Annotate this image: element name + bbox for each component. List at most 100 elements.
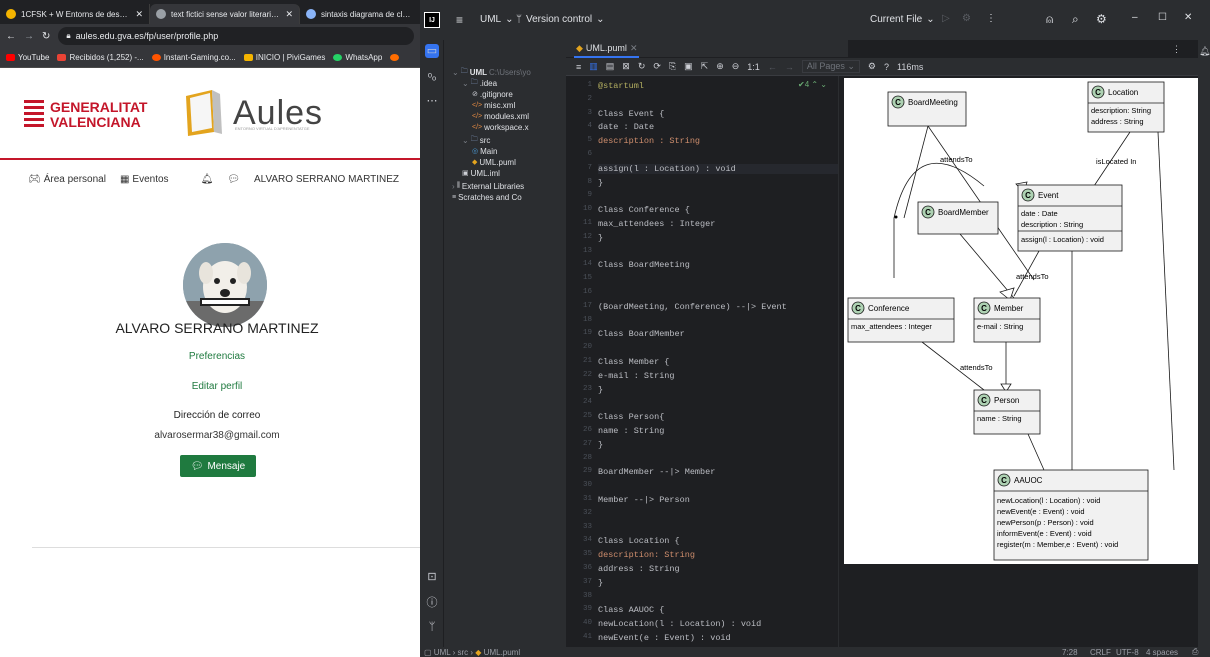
bookmark-more[interactable] (390, 54, 400, 61)
auto-refresh-icon[interactable]: ⟳ (653, 61, 661, 72)
back-icon[interactable]: ← (6, 31, 16, 42)
run-config[interactable]: Current File ⌄ (870, 14, 935, 25)
next-page-icon[interactable]: → (785, 62, 794, 72)
address-bar[interactable]: 🔒︎ aules.edu.gva.es/fp/user/profile.php (58, 27, 414, 45)
uml-diagram-preview: attendsTo isLocated In attendsTo attendsTo C… (844, 78, 1198, 564)
tree-item[interactable]: ▣ UML.iml (462, 168, 500, 178)
forward-icon[interactable]: → (24, 31, 34, 42)
nav-events[interactable]: ▦ Eventos (120, 174, 169, 185)
editor-options-icon[interactable]: ⋮ (1172, 44, 1181, 55)
tree-item[interactable]: › ⫼ External Libraries (452, 181, 524, 191)
inspection-widget[interactable]: ✔4 ⌃ ⌄ (798, 80, 827, 89)
bookmark-youtube[interactable]: YouTube (6, 53, 49, 62)
editor-only-icon[interactable]: ≡ (576, 62, 581, 72)
tree-item[interactable]: ⌄ 🗀 src (462, 135, 490, 145)
reload-icon[interactable]: ↻ (42, 31, 50, 42)
terminal-icon[interactable]: ⊡ (425, 570, 439, 584)
close-tab-icon[interactable]: ✕ (285, 9, 293, 20)
notifications-icon[interactable]: 🔔︎ (1199, 46, 1210, 57)
file-encoding[interactable]: UTF-8 (1116, 648, 1139, 657)
settings-icon[interactable]: ⚙︎ (1096, 12, 1107, 26)
all-pages-select[interactable]: All Pages ⌄ (801, 60, 860, 73)
problems-icon[interactable]: ⓘ (425, 596, 439, 610)
close-tab-icon[interactable]: ✕ (630, 43, 638, 54)
youtube-icon (6, 54, 15, 61)
tree-item[interactable]: ◎ Main (472, 146, 497, 156)
help-button[interactable]: ? (884, 62, 889, 72)
project-switcher[interactable]: UML ⌄ (480, 14, 514, 25)
editor-tab-uml-puml[interactable]: ◆ UML.puml ✕ (574, 40, 640, 58)
settings-icon[interactable]: ⚙︎ (868, 61, 876, 72)
search-icon[interactable]: ⌕ (1072, 12, 1079, 27)
browser-tab-3[interactable]: sintaxis diagrama de clase (300, 4, 418, 24)
tree-item[interactable]: ≡ Scratches and Co (452, 192, 522, 202)
layout-icon[interactable]: ⊠ (622, 61, 630, 72)
breadcrumb[interactable]: ▢ UML › src › ◆ UML.puml (424, 648, 520, 657)
preview-only-icon[interactable]: ▤ (606, 61, 615, 72)
cursor-position[interactable]: 7:28 (1062, 648, 1078, 657)
main-menu-icon[interactable]: ≡ (456, 13, 463, 27)
close-tab-icon[interactable]: ✕ (135, 9, 143, 20)
edit-profile-link[interactable]: Editar perfil (0, 381, 420, 392)
browser-tab-1[interactable]: 1CFSK + W Entorns de desenrot ✕ (0, 4, 150, 24)
refresh-icon[interactable]: ↻ (638, 61, 646, 72)
bookmark-instant-gaming[interactable]: Instant-Gaming.co... (151, 53, 236, 62)
messages-icon[interactable]: 💬︎ (227, 174, 240, 185)
association-line (1027, 433, 1045, 471)
indent-settings[interactable]: 4 spaces (1146, 648, 1178, 657)
chevron-down-icon[interactable]: ⌄ (462, 136, 469, 145)
class-icon-letter: C (1025, 191, 1031, 200)
run-icon[interactable]: ▷ (942, 13, 950, 24)
preferences-link[interactable]: Preferencias (0, 351, 420, 362)
tree-item[interactable]: </> workspace.x (472, 122, 529, 132)
tree-item[interactable]: </> modules.xml (472, 111, 529, 121)
more-icon[interactable]: ⋮ (986, 13, 996, 24)
add-user-icon[interactable]: ⍝ (1046, 12, 1053, 27)
copy-icon[interactable]: ⎘ (669, 61, 676, 72)
prev-page-icon[interactable]: ← (768, 62, 777, 72)
chevron-down-icon[interactable]: ⌄ (452, 68, 459, 77)
chevron-down-icon[interactable]: ⌄ (462, 79, 469, 88)
aules-subtitle: ENTORNO VIRTUAL D'APRENENTATGE (235, 126, 310, 131)
notifications-icon[interactable]: 🔔︎ (201, 174, 214, 185)
close-window-icon[interactable]: ✕ (1184, 12, 1192, 23)
bookmark-pivigames[interactable]: INICIO | PiviGames (243, 53, 325, 62)
zoom-out-icon[interactable]: ⊖ (732, 61, 740, 72)
code-editor[interactable]: 1 @startuml 2 3 Class Event {4 date : Date 5 de… (566, 76, 838, 647)
more-tools-icon[interactable]: ⋯ (425, 94, 439, 108)
code-line: Class Member { (598, 357, 670, 367)
browser-tab-2[interactable]: text fictici sense valor literari, po ✕ (150, 4, 300, 24)
save-icon[interactable]: ▣ (684, 61, 693, 72)
split-view-icon[interactable]: ▥ (589, 61, 598, 72)
code-line: description: String (598, 550, 695, 561)
generalitat-logo[interactable]: GENERALITAT VALENCIANA (24, 98, 147, 132)
git-icon[interactable]: ᛘ (425, 620, 439, 634)
maximize-icon[interactable]: ☐ (1158, 12, 1167, 23)
actual-size-button[interactable]: 1:1 (747, 62, 760, 72)
user-menu[interactable]: ALVARO SERRANO MARTINEZ (254, 174, 399, 185)
class-icon-letter: C (855, 304, 861, 313)
debug-icon[interactable]: ⚙︎ (962, 13, 971, 24)
bookmark-gmail[interactable]: Recibidos (1,252) -... (57, 53, 144, 62)
message-button[interactable]: 💬︎ Mensaje (180, 455, 256, 477)
minimize-icon[interactable]: – (1132, 12, 1138, 23)
tree-item[interactable]: ◆ UML.puml (472, 157, 516, 167)
tree-item[interactable]: </> misc.xml (472, 100, 515, 110)
tree-item[interactable]: ⊘ .gitignore (472, 89, 513, 99)
tree-item[interactable]: ⌄ 🗀 .idea (462, 78, 497, 88)
class-icon-letter: C (895, 98, 901, 107)
project-tool-icon[interactable]: ▭ (425, 44, 439, 58)
zoom-in-icon[interactable]: ⊕ (716, 61, 724, 72)
line-number: 26 (582, 426, 592, 434)
bookmark-whatsapp[interactable]: WhatsApp (333, 53, 382, 62)
nav-area-personal[interactable]: 🎮︎ Área personal (28, 174, 106, 185)
line-separator[interactable]: CRLF (1090, 648, 1111, 657)
chevron-right-icon[interactable]: › (452, 182, 455, 191)
structure-icon[interactable]: ᵒₒ (425, 70, 439, 84)
lock-icon[interactable]: ⎙ (1192, 647, 1198, 657)
site-nav: 🎮︎ Área personal ▦ Eventos 🔔︎ 💬︎ ALVARO SE… (0, 160, 420, 198)
export-icon[interactable]: ⇱ (701, 61, 709, 72)
tree-item[interactable]: ⌄ 🗀 UML C:\Users\yo (452, 67, 531, 77)
intellij-logo-icon[interactable]: IJ (424, 12, 440, 28)
vcs-menu[interactable]: ᛘ Version control ⌄ (516, 14, 605, 25)
